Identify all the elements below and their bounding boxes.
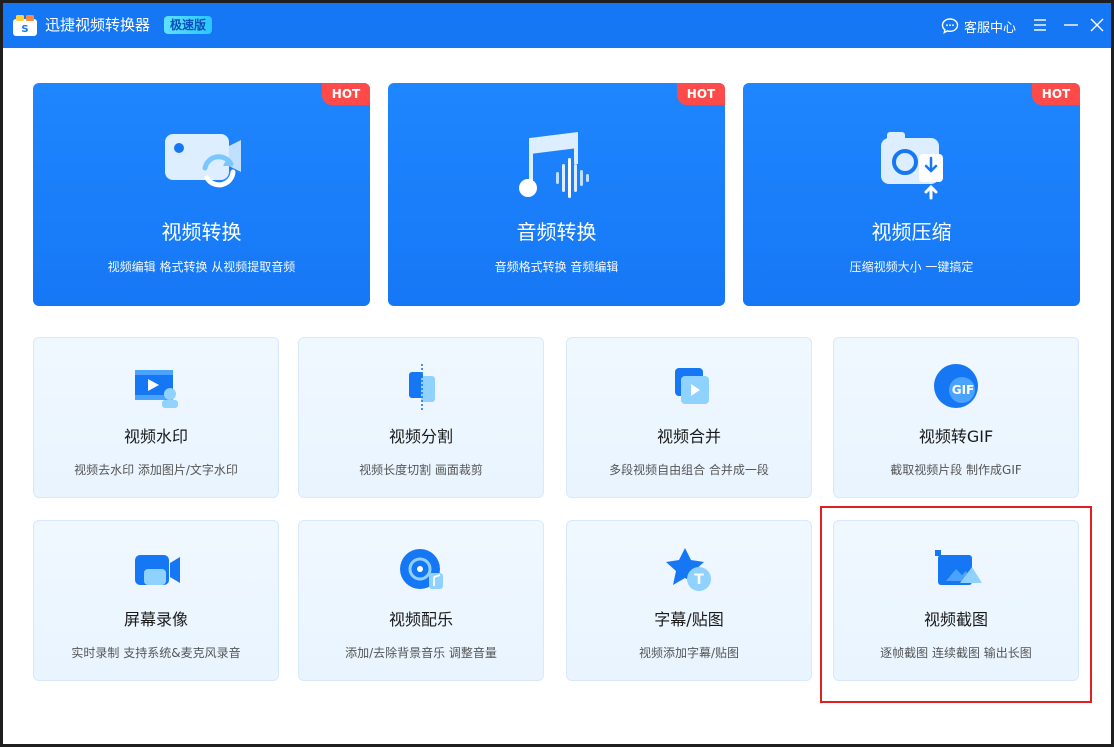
audio-convert-card[interactable]: HOT 音频转换 音频格式转换 音频编辑 — [388, 83, 725, 306]
music-card[interactable]: 视频配乐 添加/去除背景音乐 调整音量 — [298, 520, 544, 681]
hot-badge: HOT — [677, 83, 725, 105]
card-desc: 视频去水印 添加图片/文字水印 — [74, 463, 238, 477]
card-title: 视频压缩 — [871, 220, 952, 244]
audio-convert-icon — [519, 132, 589, 198]
card-title: 屏幕录像 — [123, 610, 188, 629]
screenshot-icon — [935, 550, 982, 585]
music-icon — [400, 549, 443, 589]
gif-card[interactable]: GIF 视频转GIF 截取视频片段 制作成GIF — [833, 337, 1079, 498]
screen-record-icon — [135, 555, 180, 585]
customer-service-label: 客服中心 — [964, 20, 1017, 36]
hot-badge: HOT — [1032, 83, 1080, 105]
card-desc: 压缩视频大小 一键搞定 — [849, 260, 974, 274]
card-desc: 逐帧截图 连续截图 输出长图 — [880, 646, 1032, 660]
card-desc: 多段视频自由组合 合并成一段 — [609, 463, 769, 477]
customer-service-button[interactable]: 客服中心 — [941, 15, 1016, 37]
card-title: 视频截图 — [923, 610, 988, 629]
video-convert-icon — [165, 134, 241, 188]
video-compress-card[interactable]: HOT 视频压缩 压缩视频大小 一键搞定 — [743, 83, 1080, 306]
merge-icon — [675, 368, 709, 404]
card-title: 视频配乐 — [388, 610, 453, 629]
svg-text:T: T — [694, 572, 704, 588]
app-title: 迅捷视频转换器 — [45, 16, 151, 34]
menu-icon[interactable] — [1030, 15, 1050, 35]
card-title: 视频合并 — [656, 427, 721, 446]
card-desc: 音频格式转换 音频编辑 — [494, 260, 619, 274]
merge-card[interactable]: 视频合并 多段视频自由组合 合并成一段 — [566, 337, 812, 498]
card-desc: 视频长度切割 画面裁剪 — [359, 463, 483, 477]
svg-text:GIF: GIF — [952, 383, 975, 397]
split-icon — [409, 364, 435, 410]
subtitle-card[interactable]: T 字幕/贴图 视频添加字幕/贴图 — [566, 520, 812, 681]
gif-icon: GIF — [934, 364, 978, 408]
card-title: 视频转GIF — [918, 427, 994, 446]
card-desc: 添加/去除背景音乐 调整音量 — [345, 646, 497, 660]
card-desc: 实时录制 支持系统&麦克风录音 — [71, 646, 241, 660]
card-title: 音频转换 — [516, 220, 597, 244]
card-title: 视频水印 — [123, 427, 188, 446]
chat-bubble-icon — [941, 18, 959, 34]
card-title: 字幕/贴图 — [654, 610, 724, 629]
watermark-card[interactable]: 视频水印 视频去水印 添加图片/文字水印 — [33, 337, 279, 498]
video-convert-card[interactable]: HOT 视频转换 视频编辑 格式转换 从视频提取音频 — [33, 83, 370, 306]
svg-text:S: S — [21, 24, 28, 35]
app-window: S 迅捷视频转换器 极速版 客服中心 HOT 视频转换 视频编辑 格式转换 从视… — [3, 3, 1111, 744]
screenshot-card[interactable]: 视频截图 逐帧截图 连续截图 输出长图 — [833, 520, 1079, 681]
app-logo-icon: S — [13, 15, 37, 36]
video-compress-icon — [881, 132, 943, 200]
card-desc: 视频添加字幕/贴图 — [638, 646, 740, 660]
card-title: 视频转换 — [161, 220, 242, 244]
hot-badge: HOT — [322, 83, 370, 105]
title-bar: S 迅捷视频转换器 极速版 客服中心 — [3, 3, 1111, 48]
screen-record-card[interactable]: 屏幕录像 实时录制 支持系统&麦克风录音 — [33, 520, 279, 681]
split-card[interactable]: 视频分割 视频长度切割 画面裁剪 — [298, 337, 544, 498]
minimize-icon[interactable] — [1061, 15, 1081, 35]
close-icon[interactable] — [1087, 15, 1107, 35]
watermark-icon — [135, 370, 178, 408]
edition-badge: 极速版 — [164, 16, 213, 34]
subtitle-icon: T — [666, 548, 711, 591]
card-desc: 视频编辑 格式转换 从视频提取音频 — [107, 260, 296, 274]
card-desc: 截取视频片段 制作成GIF — [890, 463, 1022, 477]
card-title: 视频分割 — [388, 427, 453, 446]
